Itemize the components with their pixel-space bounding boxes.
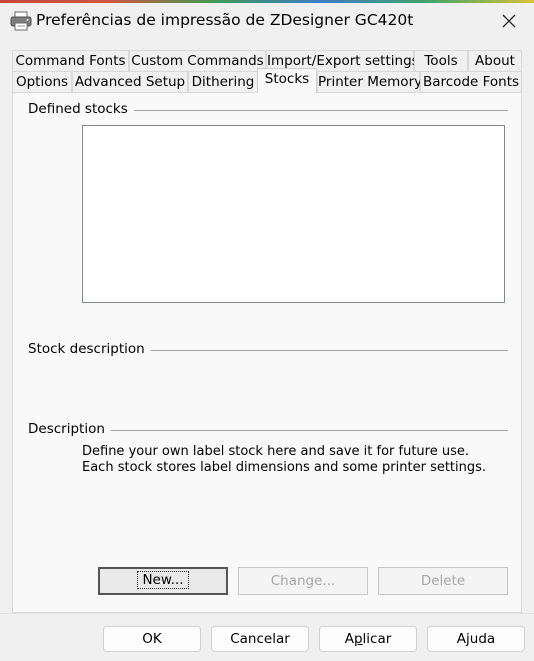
new-stock-button[interactable]: New...	[98, 567, 228, 595]
delete-stock-button[interactable]: Delete	[378, 567, 508, 595]
apply-label-accesskey: p	[353, 631, 363, 647]
apply-button[interactable]: Aplicar	[319, 626, 417, 652]
cancel-button[interactable]: Cancelar	[211, 626, 309, 652]
group-divider	[104, 430, 508, 431]
change-stock-button[interactable]: Change...	[238, 567, 368, 595]
close-button[interactable]	[490, 6, 528, 36]
defined-stocks-label: Defined stocks	[28, 101, 134, 117]
printer-icon	[10, 11, 32, 31]
tab-about[interactable]: About	[468, 50, 522, 71]
tab-stocks[interactable]: Stocks	[257, 68, 317, 93]
description-label: Description	[28, 421, 111, 437]
new-button-label: New...	[137, 571, 189, 589]
tab-tools[interactable]: Tools	[414, 50, 468, 71]
close-icon	[502, 14, 516, 28]
group-divider	[126, 110, 508, 111]
help-button[interactable]: Ajuda	[427, 626, 525, 652]
apply-label-suffix: licar	[362, 631, 392, 647]
group-divider	[138, 350, 508, 351]
tab-command-fonts[interactable]: Command Fonts	[12, 50, 129, 71]
tab-printer-memory[interactable]: Printer Memory	[317, 71, 422, 92]
tab-advanced-setup[interactable]: Advanced Setup	[72, 71, 188, 92]
ok-button[interactable]: OK	[103, 626, 201, 652]
window-title: Preferências de impressão de ZDesigner G…	[36, 11, 414, 29]
apply-label-prefix: A	[344, 631, 354, 647]
tab-options[interactable]: Options	[12, 71, 72, 92]
tab-dithering[interactable]: Dithering	[188, 71, 258, 92]
stock-description-label: Stock description	[28, 341, 151, 357]
defined-stocks-list[interactable]	[82, 125, 505, 303]
tab-barcode-fonts[interactable]: Barcode Fonts	[420, 71, 522, 92]
panel-bottom-edge	[0, 613, 534, 614]
title-bar: Preferências de impressão de ZDesigner G…	[0, 3, 534, 38]
description-text: Define your own label stock here and sav…	[82, 444, 487, 475]
tab-custom-commands[interactable]: Custom Commands	[129, 50, 266, 71]
